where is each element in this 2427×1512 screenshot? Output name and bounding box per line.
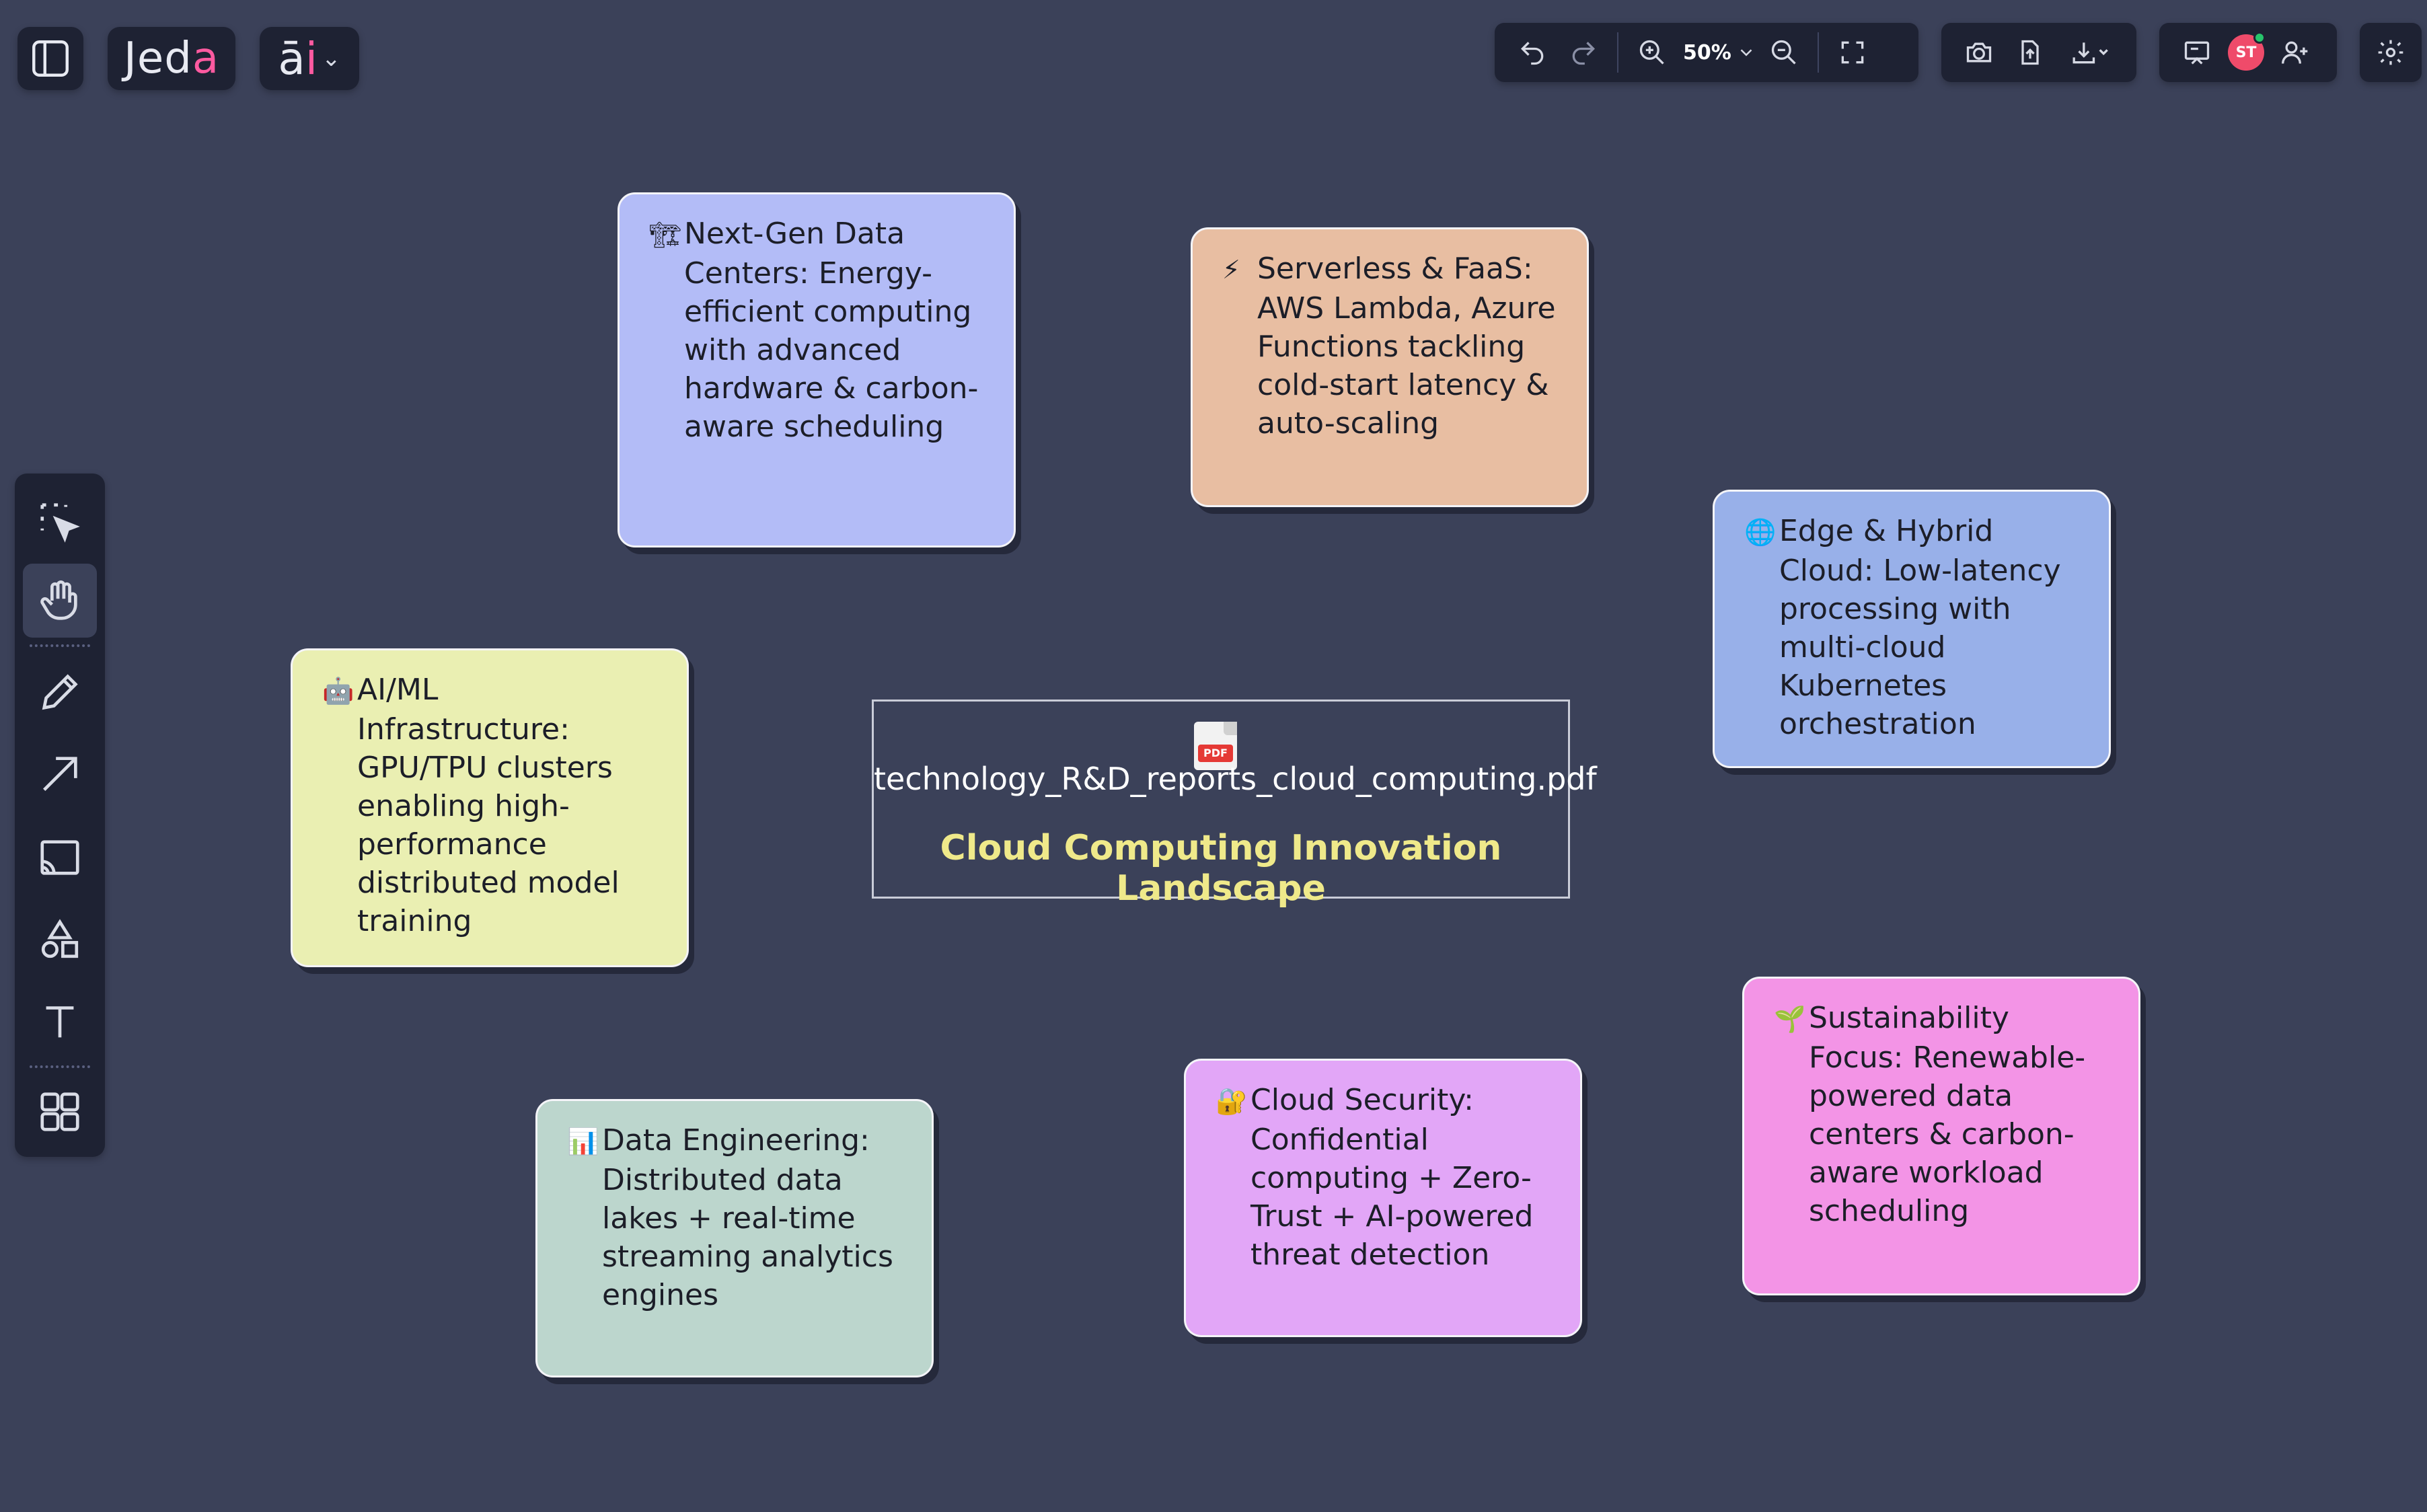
ai-menu-button[interactable]: āi ⌄: [260, 27, 359, 90]
sticky-note-text: Next-Gen Data Centers: Energy-efficient …: [684, 217, 979, 444]
zoom-level[interactable]: 50%: [1683, 41, 1731, 65]
zoom-out-icon[interactable]: [1762, 31, 1805, 74]
sidebar-toggle-button[interactable]: [17, 27, 83, 90]
upload-icon[interactable]: [2009, 31, 2052, 74]
gear-icon: [2369, 31, 2412, 74]
settings-button[interactable]: [2360, 23, 2422, 82]
file-name: technology_R&D_reports_cloud_computing.p…: [874, 761, 1597, 797]
sticky-note-sustainability-focus[interactable]: 🌱 Sustainability Focus: Renewable-powered…: [1742, 977, 2140, 1295]
camera-icon[interactable]: [1957, 31, 2001, 74]
select-tool-icon[interactable]: [23, 486, 97, 560]
sticky-note-data-engineering[interactable]: 📊 Data Engineering: Distributed data lake…: [535, 1099, 934, 1377]
shapes-tool-icon[interactable]: [23, 903, 97, 977]
download-icon[interactable]: [2060, 31, 2120, 74]
sidebar-panel-icon: [32, 40, 69, 77]
whiteboard-canvas[interactable]: Jed a āi ⌄ 50% ST 🏗Next-Gen Data Centers…: [0, 0, 2427, 1512]
sticky-note-text: Serverless & FaaS: AWS Lambda, Azure Fun…: [1257, 252, 1556, 441]
image-tool-icon[interactable]: [23, 821, 97, 895]
building-icon: 🏗: [649, 220, 682, 250]
sticky-note-text: Data Engineering: Distributed data lakes…: [602, 1123, 893, 1312]
toolbar-divider: [1617, 32, 1618, 73]
ai-menu-accent: i: [305, 32, 318, 85]
sticky-note-cloud-security[interactable]: 🔐 Cloud Security: Confidential computing …: [1184, 1059, 1582, 1337]
zoom-in-icon[interactable]: [1631, 31, 1674, 74]
text-tool-icon[interactable]: [23, 985, 97, 1059]
chevron-down-icon[interactable]: [1734, 31, 1758, 74]
globe-icon: 🌐: [1744, 517, 1777, 547]
pdf-badge: PDF: [1198, 745, 1233, 762]
collaboration-toolbar: ST: [2159, 23, 2337, 82]
toolbar-divider: [30, 644, 90, 647]
online-status-dot: [2253, 32, 2266, 44]
presentation-icon[interactable]: [2175, 31, 2218, 74]
sticky-note-text: Cloud Security: Confidential computing +…: [1250, 1083, 1534, 1272]
sticky-note-edge-hybrid-cloud[interactable]: 🌐 Edge & Hybrid Cloud: Low-latency proces…: [1713, 490, 2111, 768]
avatar[interactable]: ST: [2228, 32, 2266, 71]
lightning-icon: ⚡: [1222, 255, 1240, 285]
brand-logo-accent: a: [192, 34, 220, 83]
add-user-icon[interactable]: [2274, 31, 2317, 74]
sticky-note-text: Edge & Hybrid Cloud: Low-latency process…: [1779, 514, 2061, 741]
seedling-icon: 🌱: [1774, 1004, 1806, 1034]
templates-grid-icon[interactable]: [23, 1075, 97, 1149]
redo-icon[interactable]: [1562, 31, 1605, 74]
pencil-tool-icon[interactable]: [23, 655, 97, 729]
toolbar-divider: [1817, 32, 1819, 73]
hand-tool-icon[interactable]: [23, 564, 97, 638]
pdf-file-card[interactable]: PDF technology_R&D_reports_cloud_computi…: [872, 700, 1597, 909]
history-zoom-toolbar: 50%: [1495, 23, 1918, 82]
undo-icon[interactable]: [1511, 31, 1554, 74]
toolbar-divider: [30, 1065, 90, 1068]
brand-logo[interactable]: Jed a: [108, 27, 235, 90]
sticky-note-text: AI/ML Infrastructure: GPU/TPU clusters e…: [357, 673, 620, 938]
left-toolbar: [15, 474, 105, 1157]
chevron-down-icon: ⌄: [322, 45, 341, 72]
bar-chart-icon: 📊: [567, 1127, 599, 1156]
arrow-tool-icon[interactable]: [23, 737, 97, 811]
lock-icon: 🔐: [1216, 1086, 1248, 1116]
export-toolbar: [1941, 23, 2136, 82]
sticky-note-serverless-faas[interactable]: ⚡ Serverless & FaaS: AWS Lambda, Azure Fu…: [1191, 227, 1589, 507]
brand-logo-text: Jed: [123, 34, 192, 83]
sticky-note-ai-ml-infrastructure[interactable]: 🤖 AI/ML Infrastructure: GPU/TPU clusters …: [291, 648, 689, 967]
sticky-note-text: Sustainability Focus: Renewable-powered …: [1809, 1001, 2086, 1228]
avatar-initials: ST: [2235, 44, 2257, 61]
ai-menu-label: ā: [278, 32, 305, 85]
file-card-title: Cloud Computing Innovation Landscape: [940, 828, 1502, 909]
robot-icon: 🤖: [322, 676, 354, 706]
fit-to-screen-icon[interactable]: [1831, 31, 1874, 74]
pdf-icon-fold: [1224, 722, 1237, 735]
sticky-note-next-gen-data-centers[interactable]: 🏗Next-Gen Data Centers: Energy-efficient…: [618, 192, 1016, 547]
